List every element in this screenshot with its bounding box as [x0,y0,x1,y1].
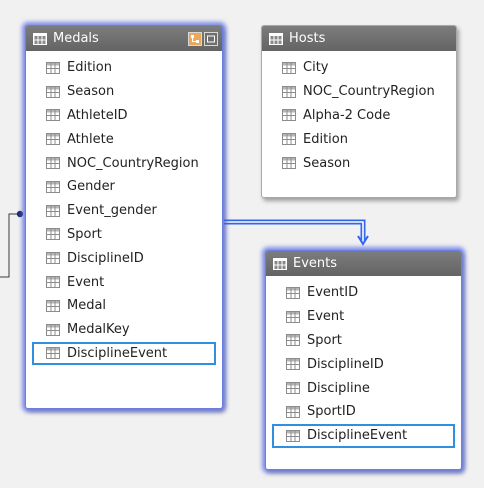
field-row[interactable]: SportID [266,400,461,424]
relationship-arrow [357,235,369,246]
field-label: DisciplineEvent [307,428,408,444]
column-grid-icon [282,61,296,74]
field-label: Athlete [67,131,114,147]
table-grid-icon [33,32,47,45]
field-row[interactable]: MedalKey [26,318,222,342]
column-grid-icon [46,157,60,170]
field-label: Gender [67,179,115,195]
field-label: Alpha-2 Code [303,107,391,123]
field-label: MedalKey [67,322,130,338]
field-row[interactable]: Medal [26,294,222,318]
table-events[interactable]: Events EventID Event Sport DisciplineID Disc… [265,250,462,470]
relationship-line-left[interactable] [0,213,19,278]
table-fields: City NOC_CountryRegion Alpha-2 Code Edition… [262,51,456,175]
table-title: Medals [53,31,99,46]
field-row-highlighted[interactable]: DisciplineEvent [32,341,216,366]
column-grid-icon [286,358,300,371]
table-hosts[interactable]: Hosts City NOC_CountryRegion Alpha-2 Code E… [261,25,457,198]
column-grid-icon [46,299,60,312]
column-grid-icon [46,347,60,360]
field-label: Medal [67,298,107,314]
field-label: NOC_CountryRegion [67,155,199,171]
field-row[interactable]: Gender [26,175,222,199]
field-row[interactable]: City [262,56,456,80]
hierarchy-icon[interactable] [188,31,202,46]
field-row[interactable]: AthleteID [26,104,222,128]
field-row[interactable]: Season [26,80,222,104]
column-grid-icon [46,323,60,336]
field-label: DisciplineEvent [67,345,168,361]
column-grid-icon [282,85,296,98]
column-grid-icon [46,85,60,98]
column-grid-icon [282,109,296,122]
field-row[interactable]: DisciplineID [266,352,461,376]
field-row[interactable]: Season [262,151,456,175]
column-grid-icon [286,382,300,395]
table-grid-icon [269,32,283,45]
field-label: EventID [307,285,359,301]
field-row[interactable]: Sport [26,223,222,247]
field-label: SportID [307,404,356,420]
table-title: Hosts [289,31,326,46]
column-grid-icon [282,133,296,146]
field-label: Season [67,84,115,100]
table-header-events[interactable]: Events [266,251,461,276]
column-grid-icon [46,228,60,241]
column-grid-icon [282,157,296,170]
field-row[interactable]: Sport [266,329,461,353]
field-row[interactable]: EventID [266,281,461,305]
field-label: DisciplineID [307,356,384,372]
table-fields: Edition Season AthleteID Athlete NOC_Country… [26,51,222,366]
column-grid-icon [286,310,300,323]
field-label: Event [67,274,105,290]
field-label: Edition [303,131,348,147]
column-grid-icon [286,429,300,442]
column-grid-icon [46,204,60,217]
field-label: Season [303,155,351,171]
table-fields: EventID Event Sport DisciplineID Discipline S… [266,276,461,448]
column-grid-icon [286,405,300,418]
table-header-medals[interactable]: Medals [26,26,222,51]
field-row[interactable]: Edition [262,127,456,151]
column-grid-icon [286,334,300,347]
maximize-icon[interactable] [204,31,218,46]
relationship-line-medals-events[interactable] [224,219,366,242]
column-grid-icon [46,61,60,74]
field-row[interactable]: Alpha-2 Code [262,104,456,128]
column-grid-icon [286,286,300,299]
field-label: NOC_CountryRegion [303,84,435,100]
field-row[interactable]: DisciplineID [26,246,222,270]
field-label: DisciplineID [67,250,144,266]
field-label: Sport [307,332,342,348]
field-label: City [303,60,329,76]
field-label: Discipline [307,380,370,396]
table-title: Events [293,256,338,271]
field-label: Edition [67,60,112,76]
field-row[interactable]: Event_gender [26,199,222,223]
table-grid-icon [273,257,287,270]
field-row[interactable]: Discipline [266,376,461,400]
column-grid-icon [46,133,60,146]
field-row[interactable]: Athlete [26,127,222,151]
field-label: Sport [67,226,102,242]
relationship-endpoint-dot [16,210,24,218]
field-row[interactable]: Event [266,305,461,329]
field-label: Event [307,309,345,325]
table-medals[interactable]: Medals Edition Season AthleteID Athlete NOC_… [25,25,223,409]
field-label: Event_gender [67,203,157,219]
field-row[interactable]: Edition [26,56,222,80]
field-row[interactable]: NOC_CountryRegion [262,80,456,104]
column-grid-icon [46,180,60,193]
field-label: AthleteID [67,107,128,123]
diagram-canvas: Medals Edition Season AthleteID Athlete NOC_… [0,0,484,488]
field-row-highlighted[interactable]: DisciplineEvent [272,423,455,448]
column-grid-icon [46,252,60,265]
column-grid-icon [46,276,60,289]
table-header-hosts[interactable]: Hosts [262,26,456,51]
field-row[interactable]: NOC_CountryRegion [26,151,222,175]
field-row[interactable]: Event [26,270,222,294]
column-grid-icon [46,109,60,122]
